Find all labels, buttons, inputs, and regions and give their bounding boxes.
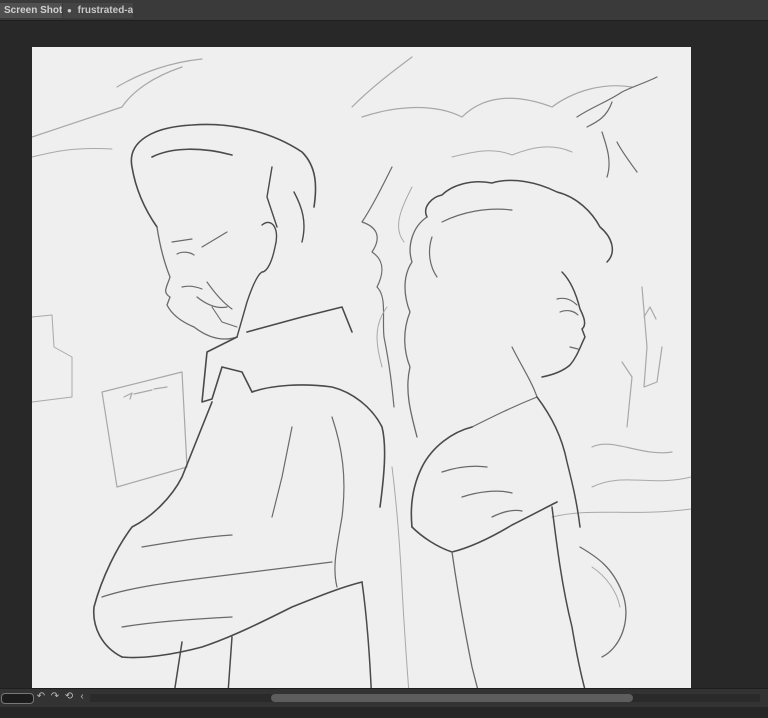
sketch-artwork (32, 56, 691, 707)
zoom-input[interactable] (1, 693, 34, 704)
canvas-bottom-bar: ↶ ↷ ⟲ ‹ (0, 688, 768, 718)
tab-screen-shot[interactable]: Screen Shot 2 (0, 3, 62, 18)
tab-frustrated-af-label: frustrated-af (77, 5, 133, 16)
undo-icon[interactable]: ↶ (36, 691, 46, 703)
tab-frustrated-af[interactable]: ● frustrated-af (63, 3, 133, 18)
prev-icon[interactable]: ‹ (77, 691, 87, 703)
scrollbar-thumb[interactable] (271, 694, 633, 702)
redo-icon[interactable]: ↷ (50, 691, 60, 703)
reset-rotation-icon[interactable]: ⟲ (64, 691, 74, 703)
horizontal-scrollbar[interactable] (90, 694, 760, 702)
modified-dot-icon: ● (67, 6, 72, 15)
tab-screen-shot-label: Screen Shot (4, 5, 62, 16)
status-strip (0, 707, 768, 718)
document-tab-bar: Screen Shot 2 ● frustrated-af (0, 0, 768, 21)
drawing-canvas[interactable] (32, 47, 691, 707)
canvas-workspace (0, 21, 768, 707)
